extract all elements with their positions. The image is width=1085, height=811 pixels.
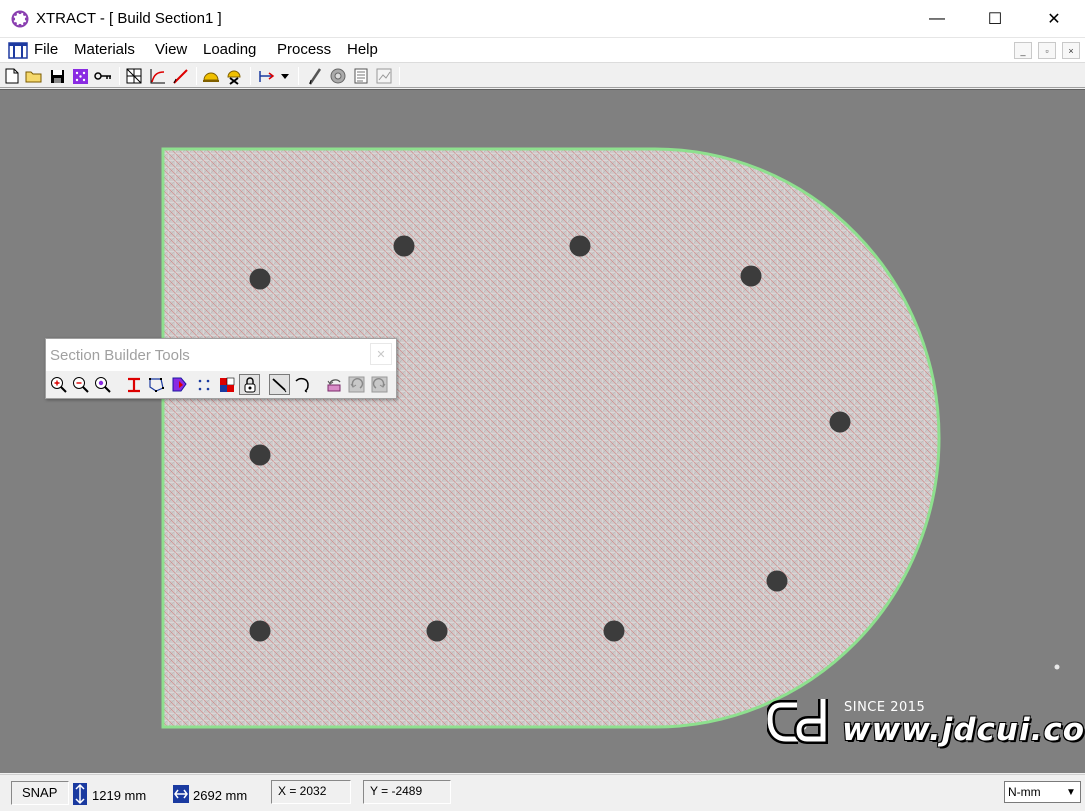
line-icon[interactable] bbox=[170, 66, 190, 86]
pen-icon[interactable] bbox=[305, 66, 325, 86]
section-drawing[interactable] bbox=[0, 90, 1085, 774]
color-grid-icon[interactable] bbox=[216, 374, 237, 395]
close-icon: ✕ bbox=[376, 348, 386, 361]
i-beam-icon[interactable] bbox=[123, 374, 144, 395]
draw-line-icon[interactable] bbox=[269, 374, 290, 395]
mdi-restore-button[interactable]: ▫ bbox=[1038, 42, 1056, 59]
rebar[interactable] bbox=[740, 265, 762, 287]
zoom-in-icon[interactable] bbox=[48, 374, 69, 395]
rebar[interactable] bbox=[393, 235, 415, 257]
key-icon[interactable] bbox=[93, 66, 113, 86]
tools-icon[interactable] bbox=[224, 66, 244, 86]
tool-window-close-button[interactable]: ✕ bbox=[370, 343, 392, 365]
units-value: N-mm bbox=[1008, 785, 1041, 799]
rotate-left-icon[interactable] bbox=[346, 374, 367, 395]
draw-arc-icon[interactable] bbox=[292, 374, 313, 395]
maximize-button[interactable]: ☐ bbox=[966, 0, 1024, 38]
rotate-right-icon[interactable] bbox=[369, 374, 390, 395]
toolbar-separator bbox=[399, 67, 400, 85]
close-icon: ✕ bbox=[1047, 11, 1061, 28]
zoom-out-icon[interactable] bbox=[70, 374, 91, 395]
mdi-close-icon: × bbox=[1068, 45, 1074, 56]
polygon-icon[interactable] bbox=[146, 374, 167, 395]
concrete-section[interactable] bbox=[161, 147, 941, 729]
rebar[interactable] bbox=[829, 411, 851, 433]
snap-point-marker bbox=[1054, 664, 1060, 670]
watermark-logo bbox=[767, 699, 828, 744]
x-coordinate: X = 2032 bbox=[271, 780, 351, 804]
new-file-icon[interactable] bbox=[2, 66, 22, 86]
toolbar-separator bbox=[196, 67, 197, 85]
section-canvas[interactable] bbox=[0, 89, 1085, 773]
units-select[interactable]: N-mm ▼ bbox=[1004, 781, 1081, 803]
snap-label: SNAP bbox=[22, 785, 58, 800]
mdi-minimize-button[interactable]: _ bbox=[1014, 42, 1032, 59]
fill-shape-icon[interactable] bbox=[169, 374, 190, 395]
section-height: 1219 mm bbox=[92, 788, 147, 803]
tool-window-title: Section Builder Tools bbox=[50, 347, 190, 364]
menu-bar: File Materials View Loading Process Help… bbox=[0, 38, 1085, 63]
section-builder-tools-window[interactable]: Section Builder Tools ✕ bbox=[45, 338, 397, 399]
status-bar: SNAP 1219 mm 2692 mm X = 2032 Y = -2489 bbox=[0, 774, 1085, 811]
y-coordinate: Y = -2489 bbox=[363, 780, 451, 804]
toolbar-separator bbox=[119, 67, 120, 85]
x-coordinate-value: X = 2032 bbox=[278, 784, 327, 798]
snap-toggle[interactable]: SNAP bbox=[11, 781, 69, 805]
rebar[interactable] bbox=[603, 620, 625, 642]
title-bar: XTRACT - [ Build Section1 ] — ☐ ✕ bbox=[0, 0, 1085, 38]
chart-icon[interactable] bbox=[374, 66, 394, 86]
report-icon[interactable] bbox=[351, 66, 371, 86]
section-width: 2692 mm bbox=[193, 788, 248, 803]
width-dimension-icon bbox=[173, 785, 189, 803]
window-title: XTRACT - [ Build Section1 ] bbox=[36, 10, 222, 27]
rebar[interactable] bbox=[569, 235, 591, 257]
y-coordinate-value: Y = -2489 bbox=[370, 784, 423, 798]
rebar[interactable] bbox=[249, 268, 271, 290]
mesh-icon[interactable] bbox=[124, 66, 144, 86]
axis-dropdown-icon[interactable] bbox=[256, 66, 292, 86]
lock-icon[interactable] bbox=[239, 374, 260, 395]
toolbar-separator bbox=[250, 67, 251, 85]
rebar[interactable] bbox=[249, 444, 271, 466]
menu-process[interactable]: Process bbox=[277, 41, 331, 58]
main-toolbar bbox=[0, 64, 1085, 88]
maximize-icon: ☐ bbox=[987, 11, 1003, 28]
menu-materials[interactable]: Materials bbox=[74, 41, 135, 58]
rebar[interactable] bbox=[426, 620, 448, 642]
hard-hat-icon[interactable] bbox=[201, 66, 221, 86]
mdi-restore-icon: ▫ bbox=[1045, 45, 1049, 56]
menu-loading[interactable]: Loading bbox=[203, 41, 256, 58]
toolbar-separator bbox=[298, 67, 299, 85]
menu-view[interactable]: View bbox=[155, 41, 187, 58]
mdi-close-button[interactable]: × bbox=[1062, 42, 1080, 59]
mdi-minimize-icon: _ bbox=[1020, 45, 1026, 56]
rebar[interactable] bbox=[249, 620, 271, 642]
menu-file[interactable]: File bbox=[34, 41, 58, 58]
open-folder-icon[interactable] bbox=[24, 66, 44, 86]
chevron-down-icon[interactable]: ▼ bbox=[1062, 782, 1080, 802]
document-icon[interactable] bbox=[8, 40, 28, 60]
height-dimension-icon bbox=[73, 783, 87, 805]
watermark-url: www.jdcui.com bbox=[842, 712, 1085, 748]
tool-window-titlebar[interactable]: Section Builder Tools ✕ bbox=[46, 339, 396, 371]
close-button[interactable]: ✕ bbox=[1025, 0, 1083, 38]
moment-curvature-icon[interactable] bbox=[147, 66, 167, 86]
rebar[interactable] bbox=[766, 570, 788, 592]
menu-help[interactable]: Help bbox=[347, 41, 378, 58]
disc-icon[interactable] bbox=[328, 66, 348, 86]
save-icon[interactable] bbox=[47, 66, 67, 86]
points-icon[interactable] bbox=[193, 374, 214, 395]
zoom-fit-icon[interactable] bbox=[92, 374, 113, 395]
section-grid-icon[interactable] bbox=[70, 66, 90, 86]
undo-icon[interactable] bbox=[323, 374, 344, 395]
xtract-app-icon bbox=[11, 10, 29, 28]
minimize-button[interactable]: — bbox=[908, 0, 966, 38]
minimize-icon: — bbox=[929, 10, 945, 27]
